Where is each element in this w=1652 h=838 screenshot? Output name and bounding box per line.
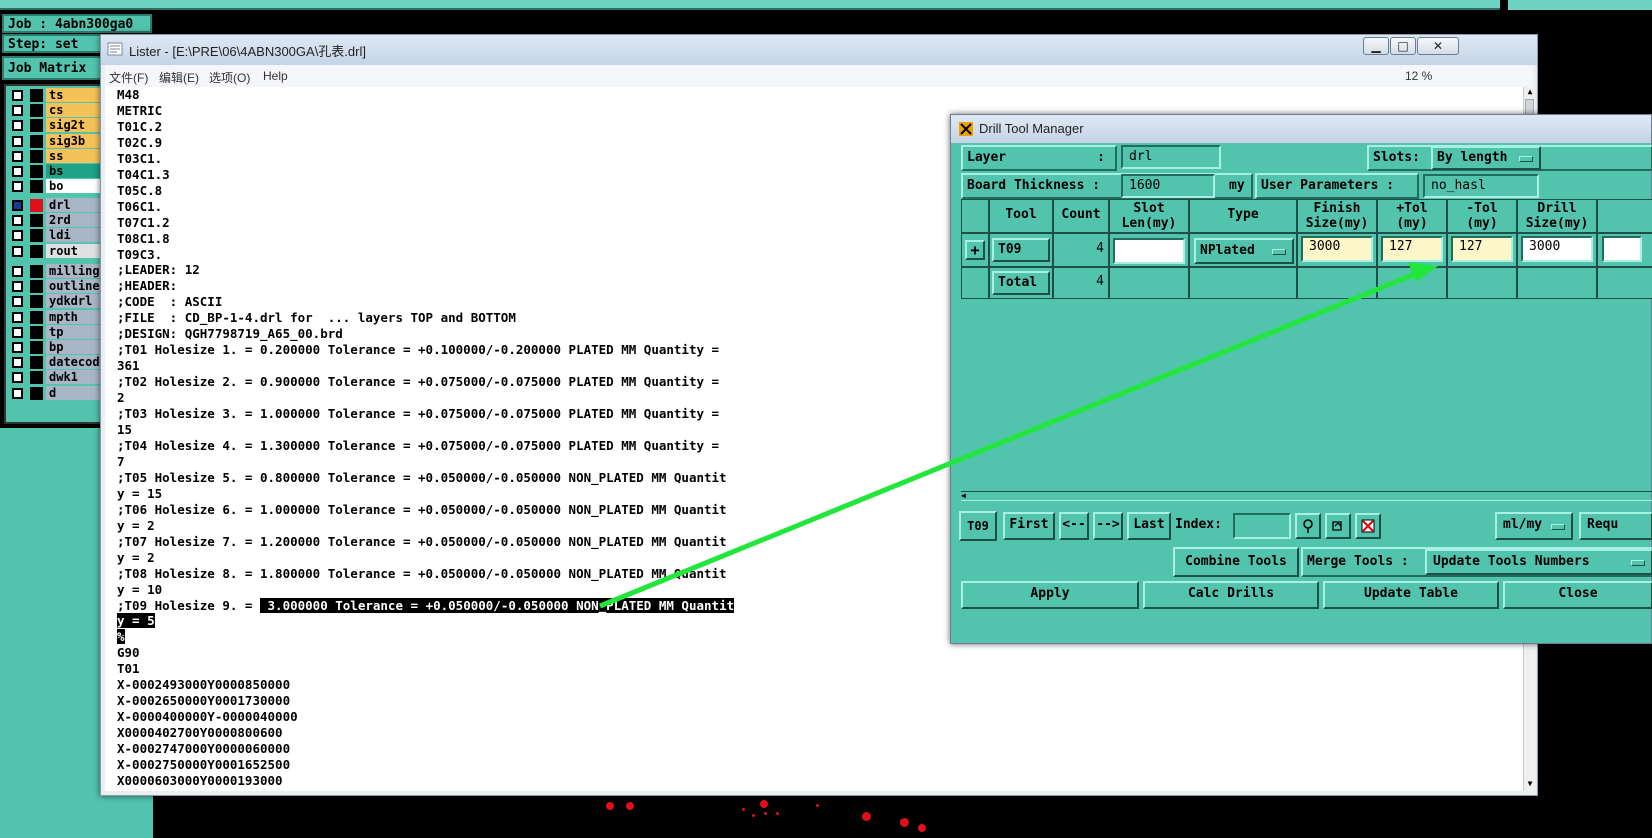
annotation-arrow — [599, 262, 1438, 609]
dot — [816, 804, 819, 807]
arrow-head — [1408, 262, 1438, 282]
dot — [776, 812, 779, 815]
dot — [742, 808, 745, 811]
dot — [900, 818, 909, 827]
dot — [918, 824, 926, 832]
desktop: Job : 4abn300ga0 Step: set Job Matrix ts… — [0, 0, 1652, 838]
arrow-shaft — [599, 269, 1421, 609]
dot — [626, 802, 634, 810]
dot — [764, 812, 767, 815]
dot — [752, 814, 755, 817]
dot — [862, 812, 871, 821]
dot — [606, 802, 614, 810]
dot — [760, 800, 768, 808]
